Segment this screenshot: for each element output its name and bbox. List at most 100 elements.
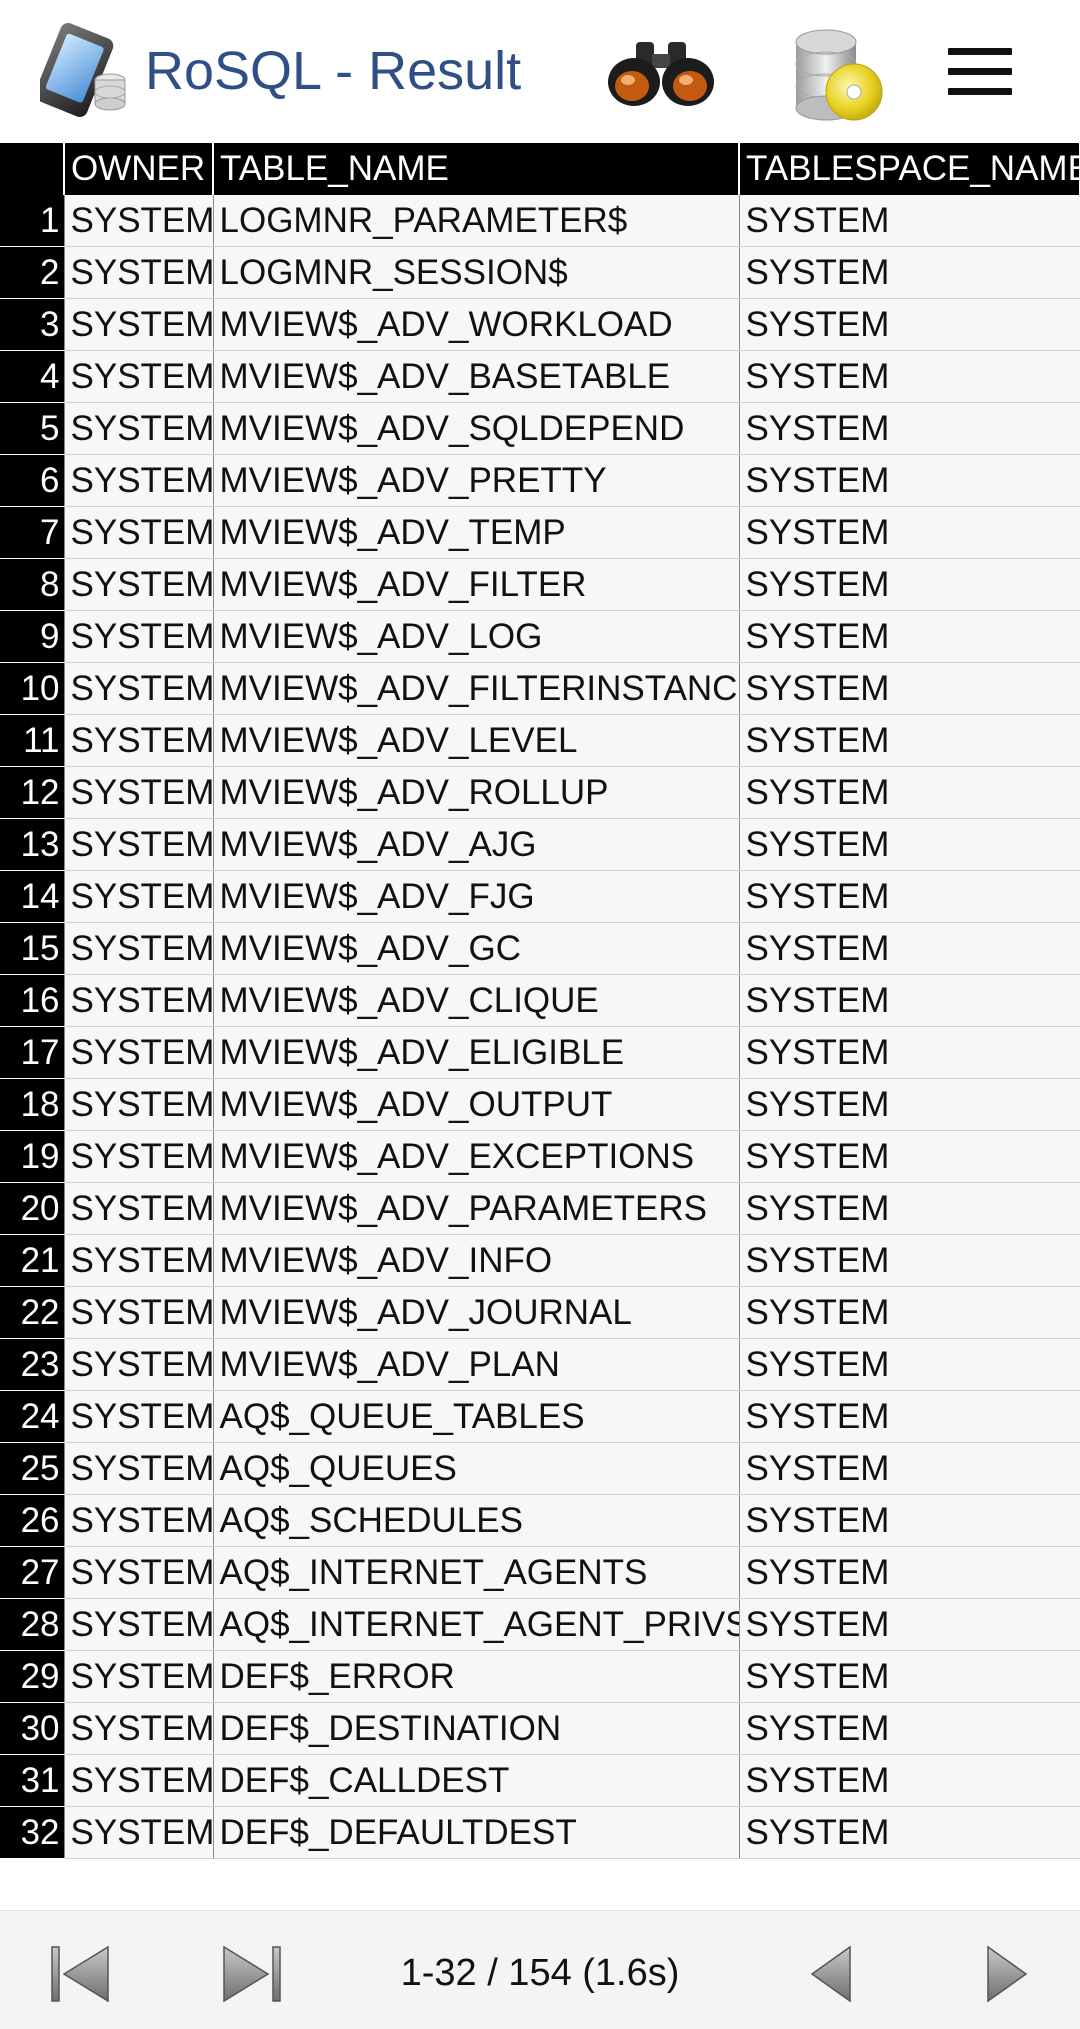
table-name-cell[interactable]: DEF$_DESTINATION xyxy=(213,1702,740,1755)
owner-cell[interactable]: SYSTEM xyxy=(64,1702,214,1755)
table-row[interactable]: 16 SYSTEM MVIEW$_ADV_CLIQUE SYSTEM xyxy=(0,974,1080,1027)
first-page-icon[interactable] xyxy=(46,1941,116,2007)
row-number[interactable]: 20 xyxy=(0,1182,65,1235)
row-number[interactable]: 13 xyxy=(0,818,65,871)
row-number[interactable]: 31 xyxy=(0,1754,65,1807)
owner-cell[interactable]: SYSTEM xyxy=(64,1546,214,1599)
tablespace-name-cell[interactable]: SYSTEM xyxy=(739,1650,1080,1703)
column-header-tablespace-name[interactable]: TABLESPACE_NAME xyxy=(739,143,1080,195)
tablespace-name-cell[interactable]: SYSTEM xyxy=(739,1026,1080,1079)
table-row[interactable]: 29 SYSTEM DEF$_ERROR SYSTEM xyxy=(0,1650,1080,1703)
owner-cell[interactable]: SYSTEM xyxy=(64,714,214,767)
table-name-cell[interactable]: MVIEW$_ADV_LEVEL xyxy=(213,714,740,767)
table-name-cell[interactable]: MVIEW$_ADV_BASETABLE xyxy=(213,350,740,403)
table-name-cell[interactable]: DEF$_ERROR xyxy=(213,1650,740,1703)
table-name-cell[interactable]: MVIEW$_ADV_CLIQUE xyxy=(213,974,740,1027)
table-name-cell[interactable]: MVIEW$_ADV_TEMP xyxy=(213,506,740,559)
table-row[interactable]: 10 SYSTEM MVIEW$_ADV_FILTERINSTANCE SYSTEM xyxy=(0,662,1080,715)
tablespace-name-cell[interactable]: SYSTEM xyxy=(739,298,1080,351)
owner-cell[interactable]: SYSTEM xyxy=(64,870,214,923)
table-row[interactable]: 7 SYSTEM MVIEW$_ADV_TEMP SYSTEM xyxy=(0,506,1080,559)
owner-cell[interactable]: SYSTEM xyxy=(64,1806,214,1859)
table-row[interactable]: 3 SYSTEM MVIEW$_ADV_WORKLOAD SYSTEM xyxy=(0,298,1080,351)
owner-cell[interactable]: SYSTEM xyxy=(64,1078,214,1131)
table-name-cell[interactable]: MVIEW$_ADV_WORKLOAD xyxy=(213,298,740,351)
row-number[interactable]: 21 xyxy=(0,1234,65,1287)
table-name-cell[interactable]: MVIEW$_ADV_ROLLUP xyxy=(213,766,740,819)
row-number[interactable]: 28 xyxy=(0,1598,65,1651)
tablespace-name-cell[interactable]: SYSTEM xyxy=(739,610,1080,663)
row-number[interactable]: 23 xyxy=(0,1338,65,1391)
table-name-cell[interactable]: MVIEW$_ADV_FILTERINSTANCE xyxy=(213,662,740,715)
row-number[interactable]: 18 xyxy=(0,1078,65,1131)
owner-cell[interactable]: SYSTEM xyxy=(64,402,214,455)
owner-cell[interactable]: SYSTEM xyxy=(64,454,214,507)
table-name-cell[interactable]: MVIEW$_ADV_PLAN xyxy=(213,1338,740,1391)
owner-cell[interactable]: SYSTEM xyxy=(64,350,214,403)
row-number[interactable]: 9 xyxy=(0,610,65,663)
owner-cell[interactable]: SYSTEM xyxy=(64,195,214,247)
row-number[interactable]: 16 xyxy=(0,974,65,1027)
table-name-cell[interactable]: DEF$_DEFAULTDEST xyxy=(213,1806,740,1859)
owner-cell[interactable]: SYSTEM xyxy=(64,1286,214,1339)
owner-cell[interactable]: SYSTEM xyxy=(64,1754,214,1807)
tablespace-name-cell[interactable]: SYSTEM xyxy=(739,195,1080,247)
tablespace-name-cell[interactable]: SYSTEM xyxy=(739,1182,1080,1235)
tablespace-name-cell[interactable]: SYSTEM xyxy=(739,402,1080,455)
column-header-table-name[interactable]: TABLE_NAME xyxy=(213,143,740,195)
row-number[interactable]: 24 xyxy=(0,1390,65,1443)
table-row[interactable]: 18 SYSTEM MVIEW$_ADV_OUTPUT SYSTEM xyxy=(0,1078,1080,1131)
row-number[interactable]: 12 xyxy=(0,766,65,819)
table-name-cell[interactable]: MVIEW$_ADV_LOG xyxy=(213,610,740,663)
owner-cell[interactable]: SYSTEM xyxy=(64,1442,214,1495)
table-row[interactable]: 8 SYSTEM MVIEW$_ADV_FILTER SYSTEM xyxy=(0,558,1080,611)
table-row[interactable]: 11 SYSTEM MVIEW$_ADV_LEVEL SYSTEM xyxy=(0,714,1080,767)
table-row[interactable]: 31 SYSTEM DEF$_CALLDEST SYSTEM xyxy=(0,1754,1080,1807)
row-number[interactable]: 4 xyxy=(0,350,65,403)
tablespace-name-cell[interactable]: SYSTEM xyxy=(739,714,1080,767)
table-name-cell[interactable]: MVIEW$_ADV_INFO xyxy=(213,1234,740,1287)
row-number[interactable]: 29 xyxy=(0,1650,65,1703)
table-row[interactable]: 4 SYSTEM MVIEW$_ADV_BASETABLE SYSTEM xyxy=(0,350,1080,403)
table-name-cell[interactable]: AQ$_INTERNET_AGENTS xyxy=(213,1546,740,1599)
last-page-icon[interactable] xyxy=(216,1941,286,2007)
row-number[interactable]: 19 xyxy=(0,1130,65,1183)
owner-cell[interactable]: SYSTEM xyxy=(64,1130,214,1183)
owner-cell[interactable]: SYSTEM xyxy=(64,298,214,351)
table-name-cell[interactable]: MVIEW$_ADV_PRETTY xyxy=(213,454,740,507)
row-number[interactable]: 3 xyxy=(0,298,65,351)
tablespace-name-cell[interactable]: SYSTEM xyxy=(739,1494,1080,1547)
tablespace-name-cell[interactable]: SYSTEM xyxy=(739,1234,1080,1287)
tablespace-name-cell[interactable]: SYSTEM xyxy=(739,818,1080,871)
table-name-cell[interactable]: MVIEW$_ADV_PARAMETERS xyxy=(213,1182,740,1235)
table-row[interactable]: 28 SYSTEM AQ$_INTERNET_AGENT_PRIVS SYSTEM xyxy=(0,1598,1080,1651)
row-number[interactable]: 1 xyxy=(0,195,65,247)
table-name-cell[interactable]: AQ$_QUEUES xyxy=(213,1442,740,1495)
owner-cell[interactable]: SYSTEM xyxy=(64,1598,214,1651)
tablespace-name-cell[interactable]: SYSTEM xyxy=(739,506,1080,559)
owner-cell[interactable]: SYSTEM xyxy=(64,1182,214,1235)
table-name-cell[interactable]: AQ$_SCHEDULES xyxy=(213,1494,740,1547)
table-name-cell[interactable]: LOGMNR_PARAMETER$ xyxy=(213,195,740,247)
menu-icon[interactable] xyxy=(940,36,1018,108)
owner-cell[interactable]: SYSTEM xyxy=(64,1234,214,1287)
table-row[interactable]: 6 SYSTEM MVIEW$_ADV_PRETTY SYSTEM xyxy=(0,454,1080,507)
owner-cell[interactable]: SYSTEM xyxy=(64,766,214,819)
table-name-cell[interactable]: MVIEW$_ADV_AJG xyxy=(213,818,740,871)
table-name-cell[interactable]: LOGMNR_SESSION$ xyxy=(213,246,740,299)
table-name-cell[interactable]: MVIEW$_ADV_JOURNAL xyxy=(213,1286,740,1339)
tablespace-name-cell[interactable]: SYSTEM xyxy=(739,922,1080,975)
table-name-cell[interactable]: DEF$_CALLDEST xyxy=(213,1754,740,1807)
table-name-cell[interactable]: AQ$_INTERNET_AGENT_PRIVS xyxy=(213,1598,740,1651)
row-number[interactable]: 6 xyxy=(0,454,65,507)
owner-cell[interactable]: SYSTEM xyxy=(64,610,214,663)
row-number[interactable]: 14 xyxy=(0,870,65,923)
next-page-icon[interactable] xyxy=(970,1941,1040,2007)
row-number[interactable]: 30 xyxy=(0,1702,65,1755)
table-row[interactable]: 27 SYSTEM AQ$_INTERNET_AGENTS SYSTEM xyxy=(0,1546,1080,1599)
tablespace-name-cell[interactable]: SYSTEM xyxy=(739,1286,1080,1339)
tablespace-name-cell[interactable]: SYSTEM xyxy=(739,870,1080,923)
previous-page-icon[interactable] xyxy=(800,1941,870,2007)
table-name-cell[interactable]: MVIEW$_ADV_ELIGIBLE xyxy=(213,1026,740,1079)
table-row[interactable]: 20 SYSTEM MVIEW$_ADV_PARAMETERS SYSTEM xyxy=(0,1182,1080,1235)
